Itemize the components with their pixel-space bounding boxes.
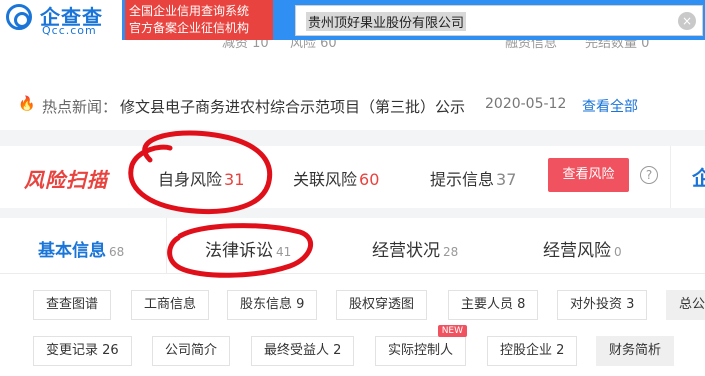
divider [670,146,671,208]
tab-label: 基本信息 [38,241,106,261]
help-icon[interactable]: ? [640,166,658,184]
chip-ultimate-beneficiary[interactable]: 最终受益人 2 [251,336,355,366]
view-all-link[interactable]: 查看全部 [582,96,638,116]
tab-label: 法律诉讼 [205,241,273,261]
tab-basic-info[interactable]: 基本信息 68 [38,236,124,261]
chip-key-personnel[interactable]: 主要人员 8 [448,290,539,320]
news-date: 2020-05-12 [485,96,567,112]
self-risk-item[interactable]: 自身风险 31 [158,166,244,190]
chip-equity-penetration[interactable]: 股权穿透图 [336,290,428,320]
tab-label: 经营风险 [543,241,611,261]
tab-business-risk[interactable]: 经营风险 0 [543,236,622,261]
search-input[interactable]: 贵州顶好果业股份有限公司 × [295,5,703,36]
new-badge: NEW [437,325,468,337]
chip-investments[interactable]: 对外投资 3 [557,290,648,320]
summary-item[interactable]: 风险 60 [290,40,337,51]
official-badge: 全国企业信用查询系统 官方备案企业征信机构 [125,0,273,40]
risk-scan-logo: 风险扫描 [24,168,108,192]
hint-info-label: 提示信息 [430,170,495,189]
summary-item[interactable]: 完结数量 0 [585,40,649,51]
chip-head-office[interactable]: 总公 [666,290,705,320]
chip-change-records[interactable]: 变更记录 26 [33,336,132,366]
hot-news-bar: 🔥 热点新闻： 修文县电子商务进农村综合示范项目（第三批）公示 2020-05-… [0,60,705,130]
tab-count: 28 [443,245,459,259]
related-risk-label: 关联风险 [293,170,358,189]
fire-icon: 🔥 [18,96,36,112]
page: 企查查 Qcc.com 全国企业信用查询系统 官方备案企业征信机构 贵州顶好果业… [0,0,705,376]
tab-count: 0 [614,245,622,259]
section-tabs: 基本信息 68 法律诉讼 41 经营状况 28 经营风险 0 [0,218,705,274]
badge-line-2: 官方备案企业征信机构 [129,21,250,35]
tab-legal-litigation[interactable]: 法律诉讼 41 [205,236,291,261]
tab-count: 68 [109,245,125,259]
badge-line-1: 全国企业信用查询系统 [129,4,250,18]
tab-count: 41 [276,245,292,259]
summary-row-partial: 减资 10 风险 60 融资信息 完结数量 0 [0,40,705,60]
related-risk-item[interactable]: 关联风险 60 [293,166,379,190]
chip-business-info[interactable]: 工商信息 [131,290,210,320]
top-header: 企查查 Qcc.com 全国企业信用查询系统 官方备案企业征信机构 贵州顶好果业… [0,0,705,40]
logo-domain: Qcc.com [42,24,97,37]
self-risk-label: 自身风险 [158,170,223,189]
news-title-link[interactable]: 修文县电子商务进农村综合示范项目（第三批）公示 [120,96,465,117]
tab-business-status[interactable]: 经营状况 28 [372,236,458,261]
partial-logo: 企 [692,166,705,190]
chip-shareholders[interactable]: 股东信息 9 [227,290,318,320]
chip-holding-companies[interactable]: 控股企业 2 [487,336,578,366]
view-risk-button[interactable]: 查看风险 [548,158,629,192]
quick-links: 查查图谱 工商信息 股东信息 9 股权穿透图 主要人员 8 对外投资 3 总公 … [0,274,705,376]
search-value[interactable]: 贵州顶好果业股份有限公司 [306,12,467,31]
summary-item[interactable]: 减资 10 [222,40,269,51]
chip-label: 实际控制人 [388,343,454,358]
site-logo[interactable]: 企查查 Qcc.com [0,0,122,40]
news-label: 热点新闻： [42,98,118,116]
tab-divider [166,218,167,274]
hint-info-item[interactable]: 提示信息 37 [430,166,516,190]
chip-company-profile[interactable]: 公司简介 [152,336,231,366]
chip-graph[interactable]: 查查图谱 [33,290,112,320]
related-risk-count: 60 [359,170,380,189]
logo-icon [6,4,32,30]
summary-item[interactable]: 融资信息 [505,40,557,51]
tab-label: 经营状况 [372,241,440,261]
clear-icon[interactable]: × [678,12,696,30]
chip-actual-controller[interactable]: 实际控制人 NEW [375,325,468,366]
self-risk-count: 31 [224,170,245,189]
risk-scan-bar: 风险扫描 自身风险 31 关联风险 60 提示信息 37 查看风险 ? 企 [0,146,705,208]
chip-financial-analysis[interactable]: 财务简析 [596,336,675,366]
hint-info-count: 37 [496,170,517,189]
